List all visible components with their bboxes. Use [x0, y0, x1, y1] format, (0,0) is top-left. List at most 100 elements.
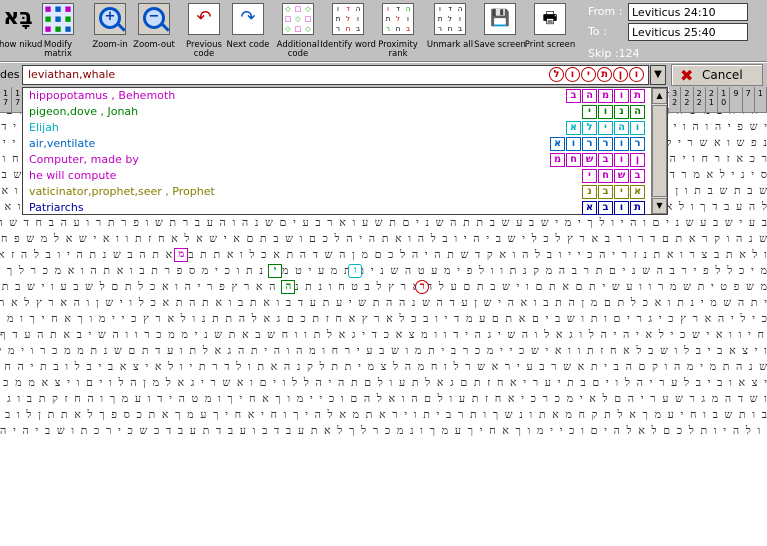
hebrew-letter: א	[550, 137, 565, 151]
hebrew-letter: ר	[582, 137, 597, 151]
identify-word-label: Identify word	[320, 40, 376, 50]
matrix-row: ו י צ א ב י ב ל ו ש ב ל א ח ז ת ו ו א י …	[0, 344, 767, 357]
hebrew-letter: א	[630, 185, 645, 199]
save-screen-button[interactable]: 💾 Save screen	[474, 1, 526, 61]
unmark-all-icon: ודהתלורחב	[434, 3, 466, 35]
dropdown-item[interactable]: air,ventilate א ו ר ר ו ר	[23, 136, 651, 152]
dropdown-item[interactable]: Elijah א ל י ה ו	[23, 120, 651, 136]
column-number: 1	[754, 87, 767, 113]
proximity-rank-icon: ודהתלורחב	[382, 3, 414, 35]
codes-search-value: leviathan,whale	[28, 68, 116, 81]
column-numbers-right: 3 22 22 22 11 0971	[669, 87, 767, 113]
additional-code-button[interactable]: ◇ □ ◇ □ ◇ □ ◇ □ ◇ Additional code	[276, 1, 320, 61]
highlighted-letter[interactable]: י	[268, 264, 282, 278]
cancel-button[interactable]: ✖ Cancel	[671, 64, 763, 86]
codes-search-input[interactable]: leviathan,whale לויתןו	[22, 65, 649, 85]
dropdown-item-hebrew: בהמות	[566, 89, 645, 103]
hebrew-letter: ש	[614, 169, 629, 183]
column-number: 2 2	[681, 87, 694, 113]
column-number: 2 1	[705, 87, 718, 113]
print-screen-label: Print screen	[524, 40, 576, 50]
hebrew-letter: ל	[582, 121, 597, 135]
modify-matrix-button[interactable]: ■ ■ ■ ■ ■ ■ ■ ■ ■ Modify matrix	[36, 1, 80, 61]
identify-word-button[interactable]: ודהתלורחב Identify word	[320, 1, 376, 61]
matrix-row: ש נ ה ו ק ר א ת ם ד ר ו ר ב א ר ץ ל כ ל …	[0, 232, 767, 245]
skip-readout: Skip :124	[588, 47, 640, 60]
hebrew-letter: ה	[630, 105, 645, 119]
hebrew-letter: ח	[566, 153, 581, 167]
search-hebrew-letter: ל	[549, 67, 564, 82]
column-number: 1 0	[718, 87, 731, 113]
hebrew-letter: נ	[614, 105, 629, 119]
matrix-row: ח י ו ו א י ש כ י ל א י ה י ה ל ו ג א ל …	[0, 328, 765, 341]
hebrew-letter: ן	[630, 153, 645, 167]
proximity-rank-button[interactable]: ודהתלורחב Proximity rank	[376, 1, 420, 61]
hebrew-letter: ה	[614, 121, 629, 135]
scroll-down-button[interactable]: ▼	[652, 198, 667, 214]
zoom-out-button[interactable]: − Zoom-out	[132, 1, 176, 61]
toolbar: בָּא Show nikud ■■■■■■■■■ Modify matrix …	[0, 0, 767, 62]
codes-dropdown-list[interactable]: ▲ ▼ hippopotamus , Behemoth ב ה מ ו ת pigeon,d…	[22, 87, 668, 215]
to-field[interactable]: Leviticus 25:40	[628, 23, 748, 41]
hebrew-letter: ו	[614, 201, 629, 215]
hebrew-letter: ב	[598, 185, 613, 199]
matrix-icon: ■ ■ ■ ■ ■ ■ ■ ■ ■	[42, 3, 74, 35]
hebrew-letter: מ	[550, 153, 565, 167]
search-hebrew-letter: ו	[629, 67, 644, 82]
hebrew-letter: א	[566, 121, 581, 135]
dropdown-item-hebrew: אוררור	[550, 137, 645, 151]
dropdown-item[interactable]: vaticinator,prophet,seer , Prophet נ ב י א	[23, 184, 651, 200]
dropdown-item-hebrew: אבות	[582, 201, 645, 215]
from-field[interactable]: Leviticus 24:10	[628, 3, 748, 21]
hebrew-letter: ה	[582, 89, 597, 103]
hebrew-letter: ב	[566, 89, 581, 103]
zoom-out-label: Zoom-out	[133, 40, 175, 50]
dropdown-scrollbar[interactable]: ▲ ▼	[651, 88, 667, 214]
search-hebrew-letter: ן	[613, 67, 628, 82]
column-number: 1 7	[0, 87, 12, 113]
hebrew-letter: ר	[598, 137, 613, 151]
highlighted-letter[interactable]: מ	[174, 248, 189, 262]
cancel-icon: ✖	[680, 66, 694, 85]
search-hebrew-letter: ת	[597, 67, 612, 82]
dropdown-item-hebrew: יחשב	[582, 169, 645, 183]
scroll-up-button[interactable]: ▲	[652, 88, 667, 104]
hebrew-letter: י	[582, 105, 597, 119]
dropdown-item[interactable]: Computer, made by מ ח ש ב ו ן	[23, 152, 651, 168]
print-screen-button[interactable]: 🖶 Print screen	[525, 1, 575, 61]
hebrew-letter: מ	[598, 89, 613, 103]
dropdown-item[interactable]: pigeon,dove , Jonah י ו נ ה	[23, 104, 651, 120]
hebrew-letter: ב	[598, 201, 613, 215]
column-numbers-left: 1 71 7	[0, 87, 24, 113]
dropdown-item-text: Computer, made by	[29, 153, 139, 166]
unmark-all-button[interactable]: ודהתלורחב Unmark all	[427, 1, 473, 61]
hebrew-letter: י	[598, 121, 613, 135]
codes-dropdown-button[interactable]: ▼	[650, 65, 666, 85]
hebrew-letter: ש	[582, 153, 597, 167]
scroll-thumb[interactable]	[652, 105, 667, 197]
proximity-rank-label: Proximity rank	[378, 40, 418, 59]
nikud-icon: בָּא	[2, 3, 34, 35]
matrix-row: ש נ ה ת מ י מ ה ו ק ם ה ב י ת א ש ר ב ע …	[0, 360, 767, 373]
highlighted-letter[interactable]: ה	[281, 280, 296, 294]
column-number: 2 2	[693, 87, 706, 113]
matrix-row: ו ש ד ה מ ג ר ש ע ר י ה ם ל א י מ כ ר כ …	[0, 392, 767, 405]
next-code-button[interactable]: ↷ Next code	[226, 1, 270, 61]
dropdown-item[interactable]: Patriarchs א ב ו ת	[23, 200, 651, 216]
dropdown-item-hebrew: מחשבון	[550, 153, 645, 167]
from-label: From :	[588, 5, 623, 18]
save-screen-label: Save screen	[474, 40, 526, 50]
previous-arrow-icon: ↶	[188, 3, 220, 35]
dropdown-item[interactable]: hippopotamus , Behemoth ב ה מ ו ת	[23, 88, 651, 104]
dropdown-item[interactable]: he will compute י ח ש ב	[23, 168, 651, 184]
identify-word-icon: ודהתלורחב	[332, 3, 364, 35]
hebrew-letter: ר	[630, 137, 645, 151]
hebrew-letter: נ	[582, 185, 597, 199]
search-hebrew-letters: לויתןו	[549, 67, 644, 82]
next-code-label: Next code	[226, 40, 270, 50]
highlighted-letter[interactable]: ו	[348, 264, 363, 278]
zoom-in-button[interactable]: + Zoom-in	[88, 1, 132, 61]
previous-code-button[interactable]: ↶ Previous code	[182, 1, 226, 61]
cancel-label: Cancel	[702, 68, 743, 82]
hebrew-letter: ו	[614, 89, 629, 103]
